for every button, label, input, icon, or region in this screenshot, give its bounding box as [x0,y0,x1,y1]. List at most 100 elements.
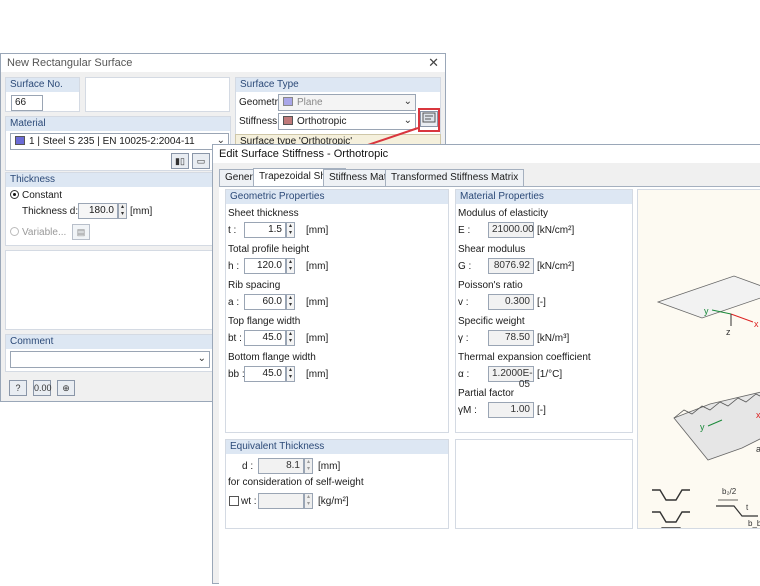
thermal-expansion-value: 1.2000E-05 [488,366,534,390]
sheet-x-label: x [756,410,760,420]
figure-preview: y x z y x a b₂/2 t b_b [637,189,760,529]
mat-sym: G : [458,261,472,272]
mat-sym: v : [458,297,469,308]
wt-spinner: ▴ ▾ [304,493,313,509]
sheet-thickness-spinner[interactable]: ▴ ▾ [286,222,295,238]
dimension-b2-label: b₂/2 [722,487,737,496]
wt-unit: [kg/m²] [318,496,349,507]
top-flange-width-spinner[interactable]: ▴ ▾ [286,330,295,346]
geometric-properties-header: Geometric Properties [226,190,448,204]
wt-checkbox[interactable] [229,496,239,506]
mat-row-modulus: Modulus of elasticity E : 21000.00 [kN/c… [456,206,634,240]
equiv-d-sym: d : [242,461,254,472]
mat-row-partial-factor: Partial factor γM : 1.00 [-] [456,386,634,420]
mat-row-specific-weight: Specific weight γ : 78.50 [kN/m³] [456,314,634,348]
trapezoidal-sheet-figure: y x z y x a b₂/2 t b_b [652,275,760,528]
mat-label: Shear modulus [458,244,526,255]
mat-row-thermal: Thermal expansion coefficient α : 1.2000… [456,350,634,390]
shear-modulus-value: 8076.92 [488,258,534,274]
material-properties-group: Material Properties Modulus of elasticit… [455,189,633,433]
geo-row-rib-spacing: Rib spacing a : 60.0 ▴ ▾ [mm] [226,278,450,312]
geo-unit: [mm] [306,369,329,380]
mat-unit: [-] [537,297,546,308]
profile-top-flange [652,489,690,501]
specific-weight-value: 78.50 [488,330,534,346]
geo-unit: [mm] [306,333,329,344]
mat-label: Poisson's ratio [458,280,523,291]
dimension-t-label: t [746,503,749,512]
geo-row-sheet-thickness: Sheet thickness t : 1.5 ▴ ▾ [mm] [226,206,450,240]
material-properties-header: Material Properties [456,190,632,204]
rib-spacing-spinner[interactable]: ▴ ▾ [286,294,295,310]
mat-sym: E : [458,225,471,236]
stiffness-dialog-title: Edit Surface Stiffness - Orthotropic [213,145,760,163]
poisson-ratio-value: 0.300 [488,294,534,310]
top-flange-width-input[interactable]: 45.0 [244,330,286,346]
edit-surface-stiffness-dialog: Edit Surface Stiffness - Orthotropic Gen… [212,144,760,586]
rib-spacing-input[interactable]: 60.0 [244,294,286,310]
mat-unit: [kN/m³] [537,333,570,344]
geo-unit: [mm] [306,261,329,272]
mat-label: Thermal expansion coefficient [458,352,591,363]
mat-sym: α : [458,369,470,380]
dimension-bb-label: b_b [748,519,760,528]
geo-label: Sheet thickness [228,208,299,219]
partial-factor-value: 1.00 [488,402,534,418]
geo-row-top-flange-width: Top flange width bt : 45.0 ▴ ▾ [mm] [226,314,450,348]
corrugated-sheet-shape [673,391,760,461]
empty-lower-panel [455,439,633,529]
wt-input [258,493,304,509]
stiffness-dialog-title-text: Edit Surface Stiffness - Orthotropic [219,148,389,160]
equiv-d-unit: [mm] [318,461,341,472]
geo-label: Bottom flange width [228,352,316,363]
sheet-a-label: a [756,444,760,454]
geo-sym: a : [228,297,240,308]
mat-label: Specific weight [458,316,525,327]
wt-label: wt : [241,496,257,507]
mat-label: Partial factor [458,388,515,399]
self-weight-label: for consideration of self-weight [228,477,364,488]
sheet-thickness-input[interactable]: 1.5 [244,222,286,238]
modulus-value: 21000.00 [488,222,534,238]
mat-row-shear: Shear modulus G : 8076.92 [kN/cm²] [456,242,634,276]
geo-unit: [mm] [306,225,329,236]
bottom-flange-width-input[interactable]: 45.0 [244,366,286,382]
geo-sym: t : [228,225,237,236]
geo-row-total-profile-height: Total profile height h : 120.0 ▴ ▾ [mm] [226,242,450,276]
geo-label: Top flange width [228,316,301,327]
equivalent-thickness-group: Equivalent Thickness d : 8.1 ▴ ▾ [mm] for… [225,439,449,529]
mat-unit: [-] [537,405,546,416]
sheet-y-label: y [700,422,705,432]
y-axis-label: y [704,306,709,316]
equiv-d-spinner: ▴ ▾ [304,458,313,474]
bottom-flange-width-spinner[interactable]: ▴ ▾ [286,366,295,382]
geo-row-bottom-flange-width: Bottom flange width bb : 45.0 ▴ ▾ [mm] [226,350,450,384]
mat-unit: [kN/cm²] [537,225,575,236]
mat-unit: [kN/cm²] [537,261,575,272]
plate-shape [656,275,760,319]
geo-sym: bt : [228,333,242,344]
z-axis-label: z [726,327,731,337]
geo-label: Rib spacing [228,280,281,291]
equiv-d-value: 8.1 [258,458,304,474]
profile-mid [652,511,690,523]
total-profile-height-input[interactable]: 120.0 [244,258,286,274]
mat-unit: [1/°C] [537,369,563,380]
geo-label: Total profile height [228,244,310,255]
tab-bar: General Trapezoidal Sheet Stiffness Matr… [219,168,739,187]
mat-sym: γ : [458,333,469,344]
geometric-properties-group: Geometric Properties Sheet thickness t :… [225,189,449,433]
profile-bottom-flange [661,527,681,528]
mat-row-poisson: Poisson's ratio v : 0.300 [-] [456,278,634,312]
tab-transformed-stiffness-matrix[interactable]: Transformed Stiffness Matrix [385,169,525,186]
mat-sym: γM : [458,405,477,416]
detail-flange [716,505,758,517]
mat-label: Modulus of elasticity [458,208,549,219]
total-profile-height-spinner[interactable]: ▴ ▾ [286,258,295,274]
x-axis-label: x [754,319,759,329]
geo-sym: bb : [228,369,245,380]
x-axis-arrow [730,313,754,323]
equivalent-thickness-header: Equivalent Thickness [226,440,448,454]
geo-sym: h : [228,261,240,272]
geo-unit: [mm] [306,297,329,308]
